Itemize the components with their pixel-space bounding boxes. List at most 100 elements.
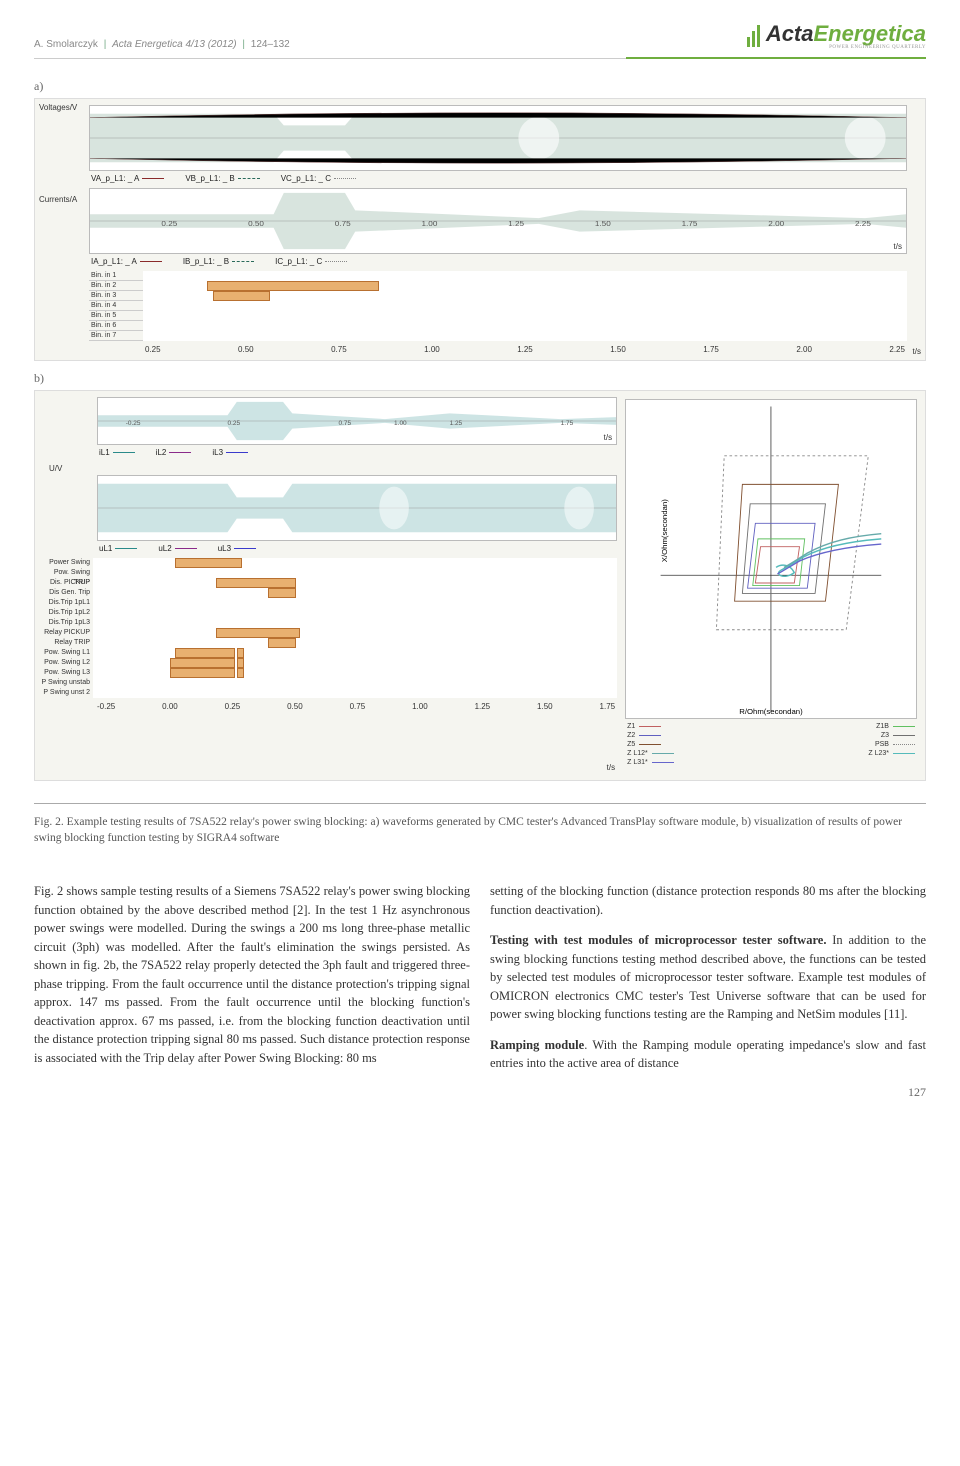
tick-label: 0.50	[287, 702, 303, 711]
logo-text-acta: Acta	[766, 21, 814, 46]
zone-swatch-icon	[652, 753, 674, 754]
figure-panel-b: -0.250.250.75 1.001.251.75 t/s iL1 iL2 i…	[34, 390, 926, 781]
legend-swatch-icon	[238, 178, 260, 179]
binary-track	[93, 678, 617, 688]
tick-label: 0.75	[350, 702, 366, 711]
binary-track	[143, 301, 907, 311]
tick-label: 1.25	[475, 702, 491, 711]
binary-label: Bin. in 7	[89, 332, 143, 339]
x-ticks-a: 0.250.500.751.001.251.501.752.002.25	[85, 343, 911, 356]
legend-item: iL1	[99, 448, 138, 457]
b-current-waveform: -0.250.250.75 1.001.251.75 t/s	[97, 397, 617, 445]
divider-icon: |	[242, 39, 245, 50]
zone-name: Z L23*	[868, 750, 889, 757]
axis-label-ts: t/s	[913, 347, 921, 356]
binary-label: P Swing unstab	[39, 678, 93, 688]
tick-label: 0.50	[238, 345, 254, 354]
legend-swatch-icon	[140, 261, 162, 262]
binary-label: Bin. in 2	[89, 282, 143, 289]
binary-row	[93, 678, 617, 688]
binary-segment	[175, 648, 236, 658]
binary-label: Relay TRIP	[39, 638, 93, 648]
imp-xlabel: R/Ohm(secondan)	[739, 707, 803, 716]
binary-row: Bin. in 3	[89, 291, 907, 301]
binary-track	[93, 648, 617, 658]
body-para: Ramping module. With the Ramping module …	[490, 1036, 926, 1073]
binary-segment	[213, 291, 270, 301]
svg-text:0.50: 0.50	[248, 219, 264, 228]
zone-name: Z5	[627, 741, 635, 748]
zone-legend-item: Z L12*	[627, 750, 674, 757]
journal-logo: ActaEnergetica POWER ENGINEERING QUARTER…	[747, 21, 926, 50]
legend-item: iL3	[212, 448, 251, 457]
svg-text:0.75: 0.75	[335, 219, 351, 228]
svg-text:0.25: 0.25	[161, 219, 177, 228]
binary-label: Bin. in 5	[89, 312, 143, 319]
svg-text:1.50: 1.50	[595, 219, 611, 228]
binary-row	[93, 658, 617, 668]
binary-row: Bin. in 7	[89, 331, 907, 341]
page-range: 124–132	[251, 39, 290, 50]
binary-row	[93, 638, 617, 648]
svg-text:1.25: 1.25	[508, 219, 524, 228]
tick-label: 0.25	[225, 702, 241, 711]
binary-label: Power Swing	[39, 558, 93, 568]
svg-text:2.25: 2.25	[855, 219, 871, 228]
tick-label: 0.00	[162, 702, 178, 711]
svg-text:1.00: 1.00	[422, 219, 438, 228]
zone-legend-row: Z L12* Z L23*	[627, 750, 915, 757]
zone-name: Z1B	[876, 723, 889, 730]
legend-swatch-icon	[232, 261, 254, 262]
binary-label: Pow. Swing TRIP	[39, 568, 93, 578]
zone-legend-row: Z5PSB	[627, 741, 915, 748]
binary-segment	[216, 578, 295, 588]
figure-panel-a: Voltages/V VA_p_L1: _ A VB_p_L1: _ B VC_…	[34, 98, 926, 361]
binary-track	[93, 628, 617, 638]
impedance-svg: R/Ohm(secondan) X/Ohm(secondan)	[626, 400, 916, 718]
b-voltage-axis-label: U/V	[49, 464, 621, 473]
zone-legend-item: Z L31*	[627, 759, 674, 766]
legend-item: VA_p_L1: _ A	[91, 174, 167, 183]
binary-label: Pow. Swing L2	[39, 658, 93, 668]
zone-legend: Z1Z1BZ2Z3Z5PSBZ L12*Z L23*Z L31*	[625, 719, 917, 772]
binary-track	[143, 291, 907, 301]
svg-text:0.75: 0.75	[339, 420, 352, 427]
x-ticks-b: -0.250.000.250.500.751.001.251.501.75	[93, 700, 621, 713]
binary-label: Dis. PICKUP	[39, 578, 93, 588]
binary-label: Bin. in 3	[89, 292, 143, 299]
tick-label: 0.75	[331, 345, 347, 354]
binary-track	[93, 618, 617, 628]
binary-track	[93, 578, 617, 588]
impedance-plot: R/Ohm(secondan) X/Ohm(secondan)	[625, 399, 917, 719]
binary-row: Bin. in 1	[89, 271, 907, 281]
binary-label: Dis.Trip 1pL1	[39, 598, 93, 608]
zone-name: Z L31*	[627, 759, 648, 766]
legend-swatch-icon	[226, 452, 248, 453]
binary-track	[93, 608, 617, 618]
tick-label: 1.50	[537, 702, 553, 711]
legend-item: IC_p_L1: _ C	[275, 257, 350, 266]
tick-label: 2.00	[796, 345, 812, 354]
fig-label-b: b)	[34, 371, 926, 386]
zone-name: Z1	[627, 723, 635, 730]
legend-swatch-icon	[234, 548, 256, 549]
fig-label-a: a)	[34, 79, 926, 94]
binary-label: Pow. Swing L3	[39, 668, 93, 678]
svg-text:0.25: 0.25	[228, 420, 241, 427]
zone-swatch-icon	[893, 726, 915, 727]
tick-label: 1.00	[412, 702, 428, 711]
axis-label-ts: t/s	[894, 242, 902, 251]
binary-segment	[170, 658, 235, 668]
body-column-right: setting of the blocking function (distan…	[490, 882, 926, 1073]
figure-caption: Fig. 2. Example testing results of 7SA52…	[0, 814, 960, 866]
zone-swatch-icon	[639, 735, 661, 736]
caption-rule	[34, 803, 926, 804]
zone-legend-item: Z1B	[876, 723, 915, 730]
tick-label: 0.25	[145, 345, 161, 354]
axis-label-ts: t/s	[607, 763, 615, 772]
binary-row	[93, 578, 617, 588]
binary-track	[93, 658, 617, 668]
body-column-left: Fig. 2 shows sample testing results of a…	[34, 882, 470, 1073]
binary-track	[93, 568, 617, 578]
zone-legend-item: Z1	[627, 723, 661, 730]
